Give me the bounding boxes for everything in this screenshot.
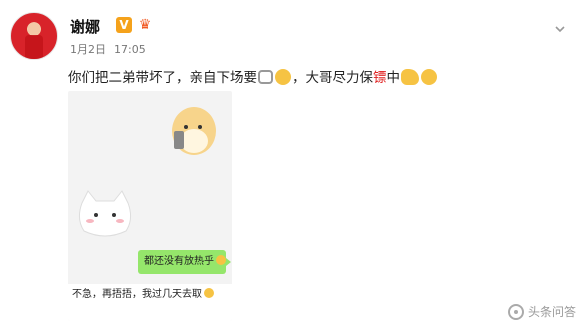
chevron-down-icon[interactable] [554,20,566,33]
post-text-part3: 中 [386,70,401,86]
post-timestamp: 1月2日 17:05 [70,41,146,57]
member-crown-icon: ♛ [138,17,152,33]
chat-bubble-received-text: 不急，再捂捂，我过几天去取 [72,289,202,300]
post-header: 谢娜 V ♛ 1月2日 17:05 [10,12,572,68]
chat-screenshot-image[interactable]: 都还没有放热乎 不急，再捂捂，我过几天去取 [68,91,232,321]
smile-emoji [216,255,226,265]
post-body-text: 你们把二弟带坏了，亲自下场要 ，大哥尽力保镖中 [68,66,438,86]
chat-bubble-received: 不急，再捂捂，我过几天去取 [68,284,232,321]
laugh-emoji [204,288,214,298]
post-date: 1月2日 [70,43,106,56]
author-avatar[interactable] [10,12,58,60]
cat-sticker [78,190,132,237]
author-name[interactable]: 谢娜 [70,16,100,37]
chat-bubble-sent-text: 都还没有放热乎 [144,256,214,267]
worried-face-emoji [275,69,291,85]
strong-arm-emoji [401,69,419,85]
verified-badge-icon: V [116,17,132,33]
post-text-highlight: 镖 [373,70,387,86]
lock-icon [258,70,273,84]
post-text-part2: ，大哥尽力保 [292,70,373,86]
watermark-text: 头条问答 [527,305,576,319]
watermark-logo-icon [507,303,524,320]
watermark: 头条问答 [507,303,576,320]
dog-sticker [172,107,216,155]
smirk-face-emoji [421,69,437,85]
chat-bubble-sent: 都还没有放热乎 [138,250,231,274]
post-text-part1: 你们把二弟带坏了，亲自下场要 [68,70,257,86]
post-time-value: 17:05 [114,43,146,56]
